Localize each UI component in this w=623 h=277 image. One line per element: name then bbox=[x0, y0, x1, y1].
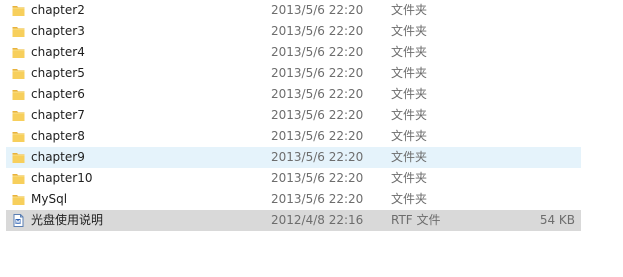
file-date-modified: 2013/5/6 22:20 bbox=[271, 171, 364, 185]
folder-icon bbox=[12, 130, 25, 143]
file-name: chapter4 bbox=[31, 45, 85, 59]
file-row-chapter2[interactable]: chapter2 2013/5/6 22:20 文件夹 bbox=[6, 0, 581, 21]
file-name: chapter5 bbox=[31, 66, 85, 80]
file-date-modified: 2012/4/8 22:16 bbox=[271, 213, 364, 227]
file-type: 文件夹 bbox=[391, 129, 428, 143]
file-date-modified: 2013/5/6 22:20 bbox=[271, 150, 364, 164]
file-name: chapter2 bbox=[31, 3, 85, 17]
file-name: chapter3 bbox=[31, 24, 85, 38]
file-row-chapter6[interactable]: chapter6 2013/5/6 22:20 文件夹 bbox=[6, 84, 581, 105]
folder-icon bbox=[12, 67, 25, 80]
folder-icon bbox=[12, 4, 25, 17]
file-type: 文件夹 bbox=[391, 87, 428, 101]
file-row-chapter10[interactable]: chapter10 2013/5/6 22:20 文件夹 bbox=[6, 168, 581, 189]
folder-icon bbox=[12, 109, 25, 122]
file-date-modified: 2013/5/6 22:20 bbox=[271, 129, 364, 143]
file-date-modified: 2013/5/6 22:20 bbox=[271, 45, 364, 59]
file-row-光盘使用说明[interactable]: 光盘使用说明 2012/4/8 22:16 RTF 文件 54 KB bbox=[6, 210, 581, 231]
folder-icon bbox=[12, 25, 25, 38]
file-name: MySql bbox=[31, 192, 68, 206]
file-type: 文件夹 bbox=[391, 3, 428, 17]
file-type: 文件夹 bbox=[391, 192, 428, 206]
file-row-chapter5[interactable]: chapter5 2013/5/6 22:20 文件夹 bbox=[6, 63, 581, 84]
file-list: chapter2 2013/5/6 22:20 文件夹 chapter3 201… bbox=[6, 0, 581, 231]
file-type: 文件夹 bbox=[391, 66, 428, 80]
folder-icon bbox=[12, 193, 25, 206]
file-name: chapter6 bbox=[31, 87, 85, 101]
file-type: 文件夹 bbox=[391, 150, 428, 164]
file-row-chapter9[interactable]: chapter9 2013/5/6 22:20 文件夹 bbox=[6, 147, 581, 168]
file-name: 光盘使用说明 bbox=[31, 213, 104, 227]
file-date-modified: 2013/5/6 22:20 bbox=[271, 66, 364, 80]
file-name: chapter7 bbox=[31, 108, 85, 122]
file-name: chapter9 bbox=[31, 150, 85, 164]
file-type: RTF 文件 bbox=[391, 213, 441, 227]
file-name: chapter10 bbox=[31, 171, 93, 185]
file-row-chapter3[interactable]: chapter3 2013/5/6 22:20 文件夹 bbox=[6, 21, 581, 42]
rtf-document-icon bbox=[12, 214, 25, 227]
file-date-modified: 2013/5/6 22:20 bbox=[271, 24, 364, 38]
file-date-modified: 2013/5/6 22:20 bbox=[271, 108, 364, 122]
file-row-chapter7[interactable]: chapter7 2013/5/6 22:20 文件夹 bbox=[6, 105, 581, 126]
folder-icon bbox=[12, 151, 25, 164]
file-row-chapter4[interactable]: chapter4 2013/5/6 22:20 文件夹 bbox=[6, 42, 581, 63]
folder-icon bbox=[12, 88, 25, 101]
file-type: 文件夹 bbox=[391, 24, 428, 38]
file-name: chapter8 bbox=[31, 129, 85, 143]
file-row-chapter8[interactable]: chapter8 2013/5/6 22:20 文件夹 bbox=[6, 126, 581, 147]
file-date-modified: 2013/5/6 22:20 bbox=[271, 87, 364, 101]
file-date-modified: 2013/5/6 22:20 bbox=[271, 3, 364, 17]
file-date-modified: 2013/5/6 22:20 bbox=[271, 192, 364, 206]
file-type: 文件夹 bbox=[391, 171, 428, 185]
file-type: 文件夹 bbox=[391, 108, 428, 122]
file-row-MySql[interactable]: MySql 2013/5/6 22:20 文件夹 bbox=[6, 189, 581, 210]
file-type: 文件夹 bbox=[391, 45, 428, 59]
folder-icon bbox=[12, 46, 25, 59]
folder-icon bbox=[12, 172, 25, 185]
file-size: 54 KB bbox=[539, 213, 575, 227]
